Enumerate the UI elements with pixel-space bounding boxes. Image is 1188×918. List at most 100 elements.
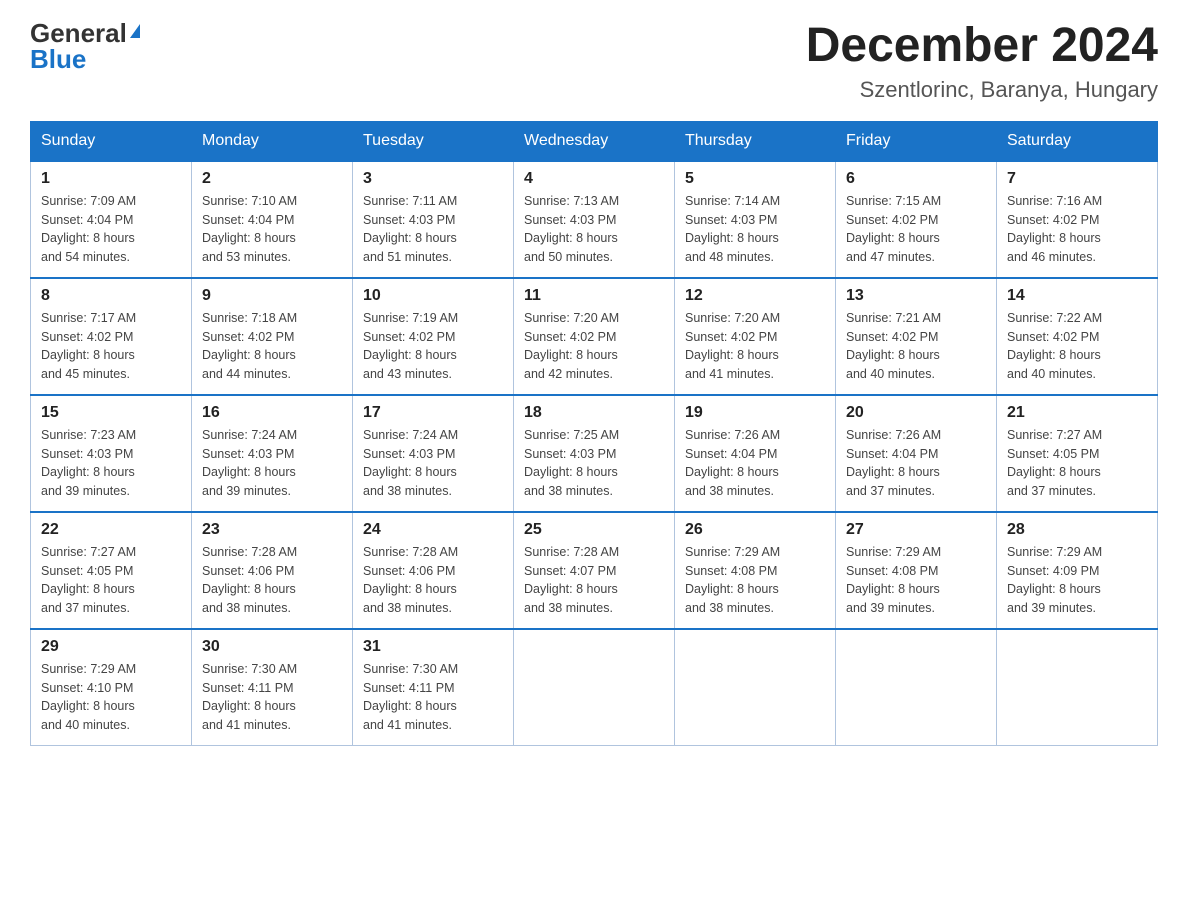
table-row: 31 Sunrise: 7:30 AM Sunset: 4:11 PM Dayl… (353, 629, 514, 746)
day-info: Sunrise: 7:24 AM Sunset: 4:03 PM Dayligh… (202, 426, 342, 501)
daylight-minutes: and 37 minutes. (1007, 484, 1096, 498)
table-row: 7 Sunrise: 7:16 AM Sunset: 4:02 PM Dayli… (997, 161, 1158, 278)
table-row (514, 629, 675, 746)
logo-blue-text: Blue (30, 46, 86, 72)
daylight-label: Daylight: 8 hours (1007, 231, 1101, 245)
day-number: 13 (846, 287, 986, 305)
sunrise-label: Sunrise: 7:20 AM (685, 311, 780, 325)
sunrise-label: Sunrise: 7:11 AM (363, 194, 457, 208)
sunset-label: Sunset: 4:07 PM (524, 564, 616, 578)
sunset-label: Sunset: 4:10 PM (41, 681, 133, 695)
sunset-label: Sunset: 4:02 PM (524, 330, 616, 344)
table-row: 17 Sunrise: 7:24 AM Sunset: 4:03 PM Dayl… (353, 395, 514, 512)
daylight-minutes: and 41 minutes. (202, 718, 291, 732)
day-number: 10 (363, 287, 503, 305)
daylight-label: Daylight: 8 hours (846, 465, 940, 479)
day-number: 4 (524, 170, 664, 188)
day-number: 25 (524, 521, 664, 539)
day-info: Sunrise: 7:16 AM Sunset: 4:02 PM Dayligh… (1007, 192, 1147, 267)
sunset-label: Sunset: 4:02 PM (1007, 213, 1099, 227)
daylight-label: Daylight: 8 hours (41, 348, 135, 362)
sunset-label: Sunset: 4:03 PM (363, 213, 455, 227)
sunrise-label: Sunrise: 7:17 AM (41, 311, 136, 325)
calendar-subtitle: Szentlorinc, Baranya, Hungary (806, 77, 1158, 103)
daylight-minutes: and 50 minutes. (524, 250, 613, 264)
daylight-label: Daylight: 8 hours (1007, 582, 1101, 596)
sunrise-label: Sunrise: 7:29 AM (685, 545, 780, 559)
daylight-label: Daylight: 8 hours (202, 582, 296, 596)
daylight-minutes: and 38 minutes. (524, 484, 613, 498)
day-number: 16 (202, 404, 342, 422)
header-tuesday: Tuesday (353, 121, 514, 161)
sunrise-label: Sunrise: 7:13 AM (524, 194, 619, 208)
table-row: 11 Sunrise: 7:20 AM Sunset: 4:02 PM Dayl… (514, 278, 675, 395)
day-info: Sunrise: 7:28 AM Sunset: 4:07 PM Dayligh… (524, 543, 664, 618)
daylight-minutes: and 46 minutes. (1007, 250, 1096, 264)
sunset-label: Sunset: 4:02 PM (846, 213, 938, 227)
day-number: 1 (41, 170, 181, 188)
sunrise-label: Sunrise: 7:28 AM (363, 545, 458, 559)
sunset-label: Sunset: 4:03 PM (524, 447, 616, 461)
daylight-minutes: and 37 minutes. (41, 601, 130, 615)
logo-triangle-icon (130, 24, 140, 38)
sunset-label: Sunset: 4:06 PM (363, 564, 455, 578)
sunrise-label: Sunrise: 7:21 AM (846, 311, 941, 325)
daylight-label: Daylight: 8 hours (41, 582, 135, 596)
daylight-label: Daylight: 8 hours (685, 231, 779, 245)
daylight-minutes: and 45 minutes. (41, 367, 130, 381)
daylight-label: Daylight: 8 hours (524, 231, 618, 245)
daylight-minutes: and 39 minutes. (846, 601, 935, 615)
sunset-label: Sunset: 4:04 PM (41, 213, 133, 227)
day-info: Sunrise: 7:28 AM Sunset: 4:06 PM Dayligh… (363, 543, 503, 618)
day-number: 3 (363, 170, 503, 188)
table-row: 21 Sunrise: 7:27 AM Sunset: 4:05 PM Dayl… (997, 395, 1158, 512)
sunset-label: Sunset: 4:03 PM (202, 447, 294, 461)
table-row (675, 629, 836, 746)
day-number: 26 (685, 521, 825, 539)
page-header: General Blue December 2024 Szentlorinc, … (30, 20, 1158, 103)
day-info: Sunrise: 7:30 AM Sunset: 4:11 PM Dayligh… (202, 660, 342, 735)
day-number: 20 (846, 404, 986, 422)
daylight-minutes: and 38 minutes. (685, 601, 774, 615)
daylight-label: Daylight: 8 hours (363, 699, 457, 713)
calendar-week-row: 29 Sunrise: 7:29 AM Sunset: 4:10 PM Dayl… (31, 629, 1158, 746)
sunset-label: Sunset: 4:04 PM (846, 447, 938, 461)
daylight-label: Daylight: 8 hours (202, 231, 296, 245)
sunrise-label: Sunrise: 7:24 AM (363, 428, 458, 442)
table-row: 14 Sunrise: 7:22 AM Sunset: 4:02 PM Dayl… (997, 278, 1158, 395)
day-info: Sunrise: 7:19 AM Sunset: 4:02 PM Dayligh… (363, 309, 503, 384)
sunset-label: Sunset: 4:06 PM (202, 564, 294, 578)
day-number: 18 (524, 404, 664, 422)
day-info: Sunrise: 7:20 AM Sunset: 4:02 PM Dayligh… (685, 309, 825, 384)
header-saturday: Saturday (997, 121, 1158, 161)
calendar-title: December 2024 (806, 20, 1158, 73)
sunrise-label: Sunrise: 7:29 AM (1007, 545, 1102, 559)
header-monday: Monday (192, 121, 353, 161)
daylight-minutes: and 40 minutes. (846, 367, 935, 381)
sunset-label: Sunset: 4:02 PM (41, 330, 133, 344)
day-info: Sunrise: 7:20 AM Sunset: 4:02 PM Dayligh… (524, 309, 664, 384)
day-info: Sunrise: 7:18 AM Sunset: 4:02 PM Dayligh… (202, 309, 342, 384)
sunset-label: Sunset: 4:03 PM (363, 447, 455, 461)
sunset-label: Sunset: 4:02 PM (363, 330, 455, 344)
daylight-minutes: and 38 minutes. (202, 601, 291, 615)
day-info: Sunrise: 7:24 AM Sunset: 4:03 PM Dayligh… (363, 426, 503, 501)
day-number: 24 (363, 521, 503, 539)
day-number: 6 (846, 170, 986, 188)
sunset-label: Sunset: 4:04 PM (685, 447, 777, 461)
sunrise-label: Sunrise: 7:29 AM (41, 662, 136, 676)
sunrise-label: Sunrise: 7:30 AM (202, 662, 297, 676)
day-number: 12 (685, 287, 825, 305)
table-row: 5 Sunrise: 7:14 AM Sunset: 4:03 PM Dayli… (675, 161, 836, 278)
sunrise-label: Sunrise: 7:23 AM (41, 428, 136, 442)
table-row: 23 Sunrise: 7:28 AM Sunset: 4:06 PM Dayl… (192, 512, 353, 629)
day-info: Sunrise: 7:30 AM Sunset: 4:11 PM Dayligh… (363, 660, 503, 735)
daylight-minutes: and 51 minutes. (363, 250, 452, 264)
sunrise-label: Sunrise: 7:19 AM (363, 311, 458, 325)
sunrise-label: Sunrise: 7:22 AM (1007, 311, 1102, 325)
daylight-label: Daylight: 8 hours (524, 348, 618, 362)
day-number: 31 (363, 638, 503, 656)
calendar-header-row: Sunday Monday Tuesday Wednesday Thursday… (31, 121, 1158, 161)
day-info: Sunrise: 7:14 AM Sunset: 4:03 PM Dayligh… (685, 192, 825, 267)
day-info: Sunrise: 7:29 AM Sunset: 4:09 PM Dayligh… (1007, 543, 1147, 618)
